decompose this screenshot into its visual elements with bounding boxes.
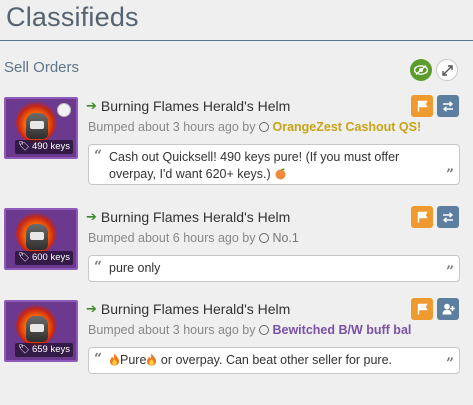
price-badge: 🏷︎ 600 keys <box>14 251 73 265</box>
listing-message: “ pure only ” <box>88 255 460 282</box>
message-text-part1: Pure <box>120 353 147 367</box>
listing-item: 🏷︎ 600 keys ➔ Burning Flames Herald's Hel… <box>0 206 473 288</box>
item-name-row[interactable]: ➔ Burning Flames Herald's Helm <box>86 97 290 115</box>
fire-icon <box>110 353 119 366</box>
bumped-text: Bumped about 3 hours ago by <box>88 120 256 134</box>
online-status-icon <box>259 122 270 132</box>
flag-button[interactable] <box>411 298 433 320</box>
section-label-sell-orders: Sell Orders <box>4 59 80 76</box>
item-name-row[interactable]: ➔ Burning Flames Herald's Helm <box>86 300 290 318</box>
message-text: Cash out Quicksell! 490 keys pure! (If y… <box>109 150 400 181</box>
quote-close-icon: ” <box>445 167 454 183</box>
price-label: 659 keys <box>31 344 70 355</box>
online-status-icon <box>259 325 270 335</box>
expand-icon <box>441 64 453 76</box>
tag-icon: 🏷︎ <box>17 141 30 152</box>
fire-icon <box>147 353 157 366</box>
quote-close-icon: ” <box>445 356 454 372</box>
helm-visor <box>30 324 44 332</box>
price-label: 600 keys <box>31 252 70 263</box>
flag-icon <box>417 100 428 112</box>
item-name-row[interactable]: ➔ Burning Flames Herald's Helm <box>86 208 290 226</box>
user-link[interactable]: Bewitched B/W buff bal <box>272 323 411 337</box>
listing-item: 🏷︎ 490 keys ➔ Burning Flames Herald's Hel… <box>0 95 473 185</box>
quote-close-icon: ” <box>445 264 454 280</box>
user-link[interactable]: No.1 <box>272 231 298 245</box>
item-name[interactable]: Burning Flames Herald's Helm <box>101 209 290 225</box>
listing-item: 🏷︎ 659 keys ➔ Burning Flames Herald's Hel… <box>0 298 473 380</box>
item-thumbnail[interactable]: 🏷︎ 490 keys <box>4 97 78 159</box>
helm-visor <box>30 232 44 240</box>
item-name[interactable]: Burning Flames Herald's Helm <box>101 301 290 317</box>
arrow-right-icon: ➔ <box>86 98 97 113</box>
listing-message: “ Cash out Quicksell! 490 keys pure! (If… <box>88 144 460 185</box>
title-divider <box>0 40 473 41</box>
bumped-info: Bumped about 3 hours ago by OrangeZest C… <box>88 119 421 135</box>
bumped-info: Bumped about 6 hours ago by No.1 <box>88 230 299 246</box>
tag-icon: 🏷︎ <box>17 344 30 355</box>
bumped-text: Bumped about 6 hours ago by <box>88 231 256 245</box>
listing-message: “ Pure or overpay. Can beat other seller… <box>88 347 460 374</box>
price-badge: 🏷︎ 490 keys <box>14 140 73 154</box>
arrow-right-icon: ➔ <box>86 209 97 224</box>
user-link[interactable]: OrangeZest Cashout QS! <box>272 120 421 134</box>
quote-open-icon: “ <box>94 351 103 367</box>
item-name[interactable]: Burning Flames Herald's Helm <box>101 98 290 114</box>
flag-icon <box>417 211 428 223</box>
flag-button[interactable] <box>411 95 433 117</box>
bumped-text: Bumped about 3 hours ago by <box>88 323 256 337</box>
arrow-right-icon: ➔ <box>86 301 97 316</box>
item-thumbnail[interactable]: 🏷︎ 659 keys <box>4 300 78 362</box>
flag-icon <box>417 303 428 315</box>
tag-icon: 🏷︎ <box>17 252 30 263</box>
quote-open-icon: “ <box>94 259 103 275</box>
eye-icon <box>414 65 428 75</box>
add-friend-button[interactable] <box>437 298 459 320</box>
add-friend-icon <box>442 303 455 315</box>
trade-button[interactable] <box>437 206 459 228</box>
message-text-part2: or overpay. Can beat other seller for pu… <box>157 353 393 367</box>
exchange-icon <box>442 211 454 223</box>
peach-icon <box>275 168 286 180</box>
trade-button[interactable] <box>437 95 459 117</box>
price-label: 490 keys <box>31 141 70 152</box>
flag-button[interactable] <box>411 206 433 228</box>
toggle-visibility-button[interactable] <box>410 59 432 81</box>
page-title: Classifieds <box>6 2 139 32</box>
status-circle-icon <box>57 103 71 117</box>
item-thumbnail[interactable]: 🏷︎ 600 keys <box>4 208 78 270</box>
message-text: pure only <box>109 261 161 275</box>
helm-visor <box>30 121 44 129</box>
quote-open-icon: “ <box>94 148 103 164</box>
exchange-icon <box>442 100 454 112</box>
price-badge: 🏷︎ 659 keys <box>14 343 73 357</box>
online-status-icon <box>259 233 270 243</box>
expand-button[interactable] <box>436 59 458 81</box>
bumped-info: Bumped about 3 hours ago by Bewitched B/… <box>88 322 411 338</box>
